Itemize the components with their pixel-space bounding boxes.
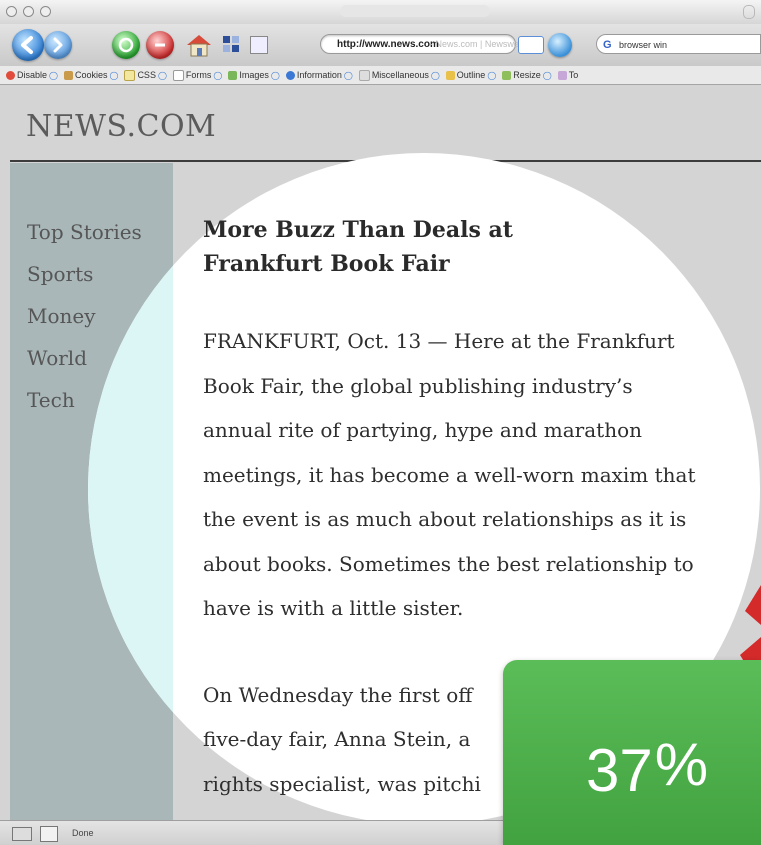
article-headline: More Buzz Than Deals at Frankfurt Book F… [203,217,513,277]
nav-item-sports[interactable]: Sports [27,253,142,295]
article-paragraph: FRANKFURT, Oct. 13 — Here at the Frankfu… [203,329,696,620]
home-button[interactable] [184,32,214,58]
nav-item-top-stories[interactable]: Top Stories [27,211,142,253]
stop-icon [155,43,165,47]
reload-button[interactable] [112,31,140,59]
google-search-icon: G [603,39,612,51]
bookmark-icon[interactable] [518,36,544,54]
title-bar [0,0,761,25]
nav-item-world[interactable]: World [27,337,142,379]
back-button[interactable] [12,29,44,61]
toolbar-toggle-button[interactable] [743,5,755,19]
dev-menu-images[interactable]: Images ◯ [228,70,280,80]
nav-item-tech[interactable]: Tech [27,379,142,421]
zoom-window-button[interactable] [40,6,51,17]
section-nav: Top Stories Sports Money World Tech [27,211,142,421]
web-developer-toolbar: Disable ◯ Cookies ◯ CSS ◯ Forms ◯ Images ◯ In… [0,66,761,85]
dev-menu-cookies[interactable]: Cookies ◯ [63,70,118,80]
address-title-hint: · News.com | Newswell · [430,39,529,49]
dev-menu-tools[interactable]: To [557,70,578,80]
search-value: browser win [619,40,668,50]
browser-window: http://www.news.com · News.com | Newswel… [0,0,761,845]
stop-button[interactable] [146,31,174,59]
dev-menu-forms[interactable]: Forms ◯ [172,69,222,81]
dev-menu-disable[interactable]: Disable ◯ [6,70,58,80]
status-text: Done [72,828,94,838]
dev-menu-resize[interactable]: Resize ◯ [502,70,552,80]
percentage-value: 37% [586,731,709,804]
page-status-icon [40,826,58,842]
nav-item-money[interactable]: Money [27,295,142,337]
dev-menu-outline[interactable]: Outline ◯ [445,70,496,80]
back-arrow-icon [21,36,33,54]
minimize-window-button[interactable] [23,6,34,17]
dev-menu-css[interactable]: CSS ◯ [124,69,167,81]
window-title [340,5,490,17]
site-title: NEWS.COM [26,109,217,144]
sidebar-toggle-icon[interactable] [12,827,32,841]
navigation-toolbar: http://www.news.com · News.com | Newswel… [0,24,761,67]
reload-icon [118,37,134,53]
window-controls [6,6,51,17]
close-window-button[interactable] [6,6,17,17]
forward-arrow-icon [53,37,63,53]
go-button[interactable] [548,33,572,57]
page-icon[interactable] [250,36,268,54]
dev-menu-miscellaneous[interactable]: Miscellaneous ◯ [358,69,440,81]
search-field[interactable]: G browser win [596,34,761,54]
address-value: http://www.news.com [337,39,439,50]
dev-menu-information[interactable]: Information ◯ [285,70,353,80]
forward-button[interactable] [44,31,72,59]
window-tile-icon[interactable] [222,35,240,53]
